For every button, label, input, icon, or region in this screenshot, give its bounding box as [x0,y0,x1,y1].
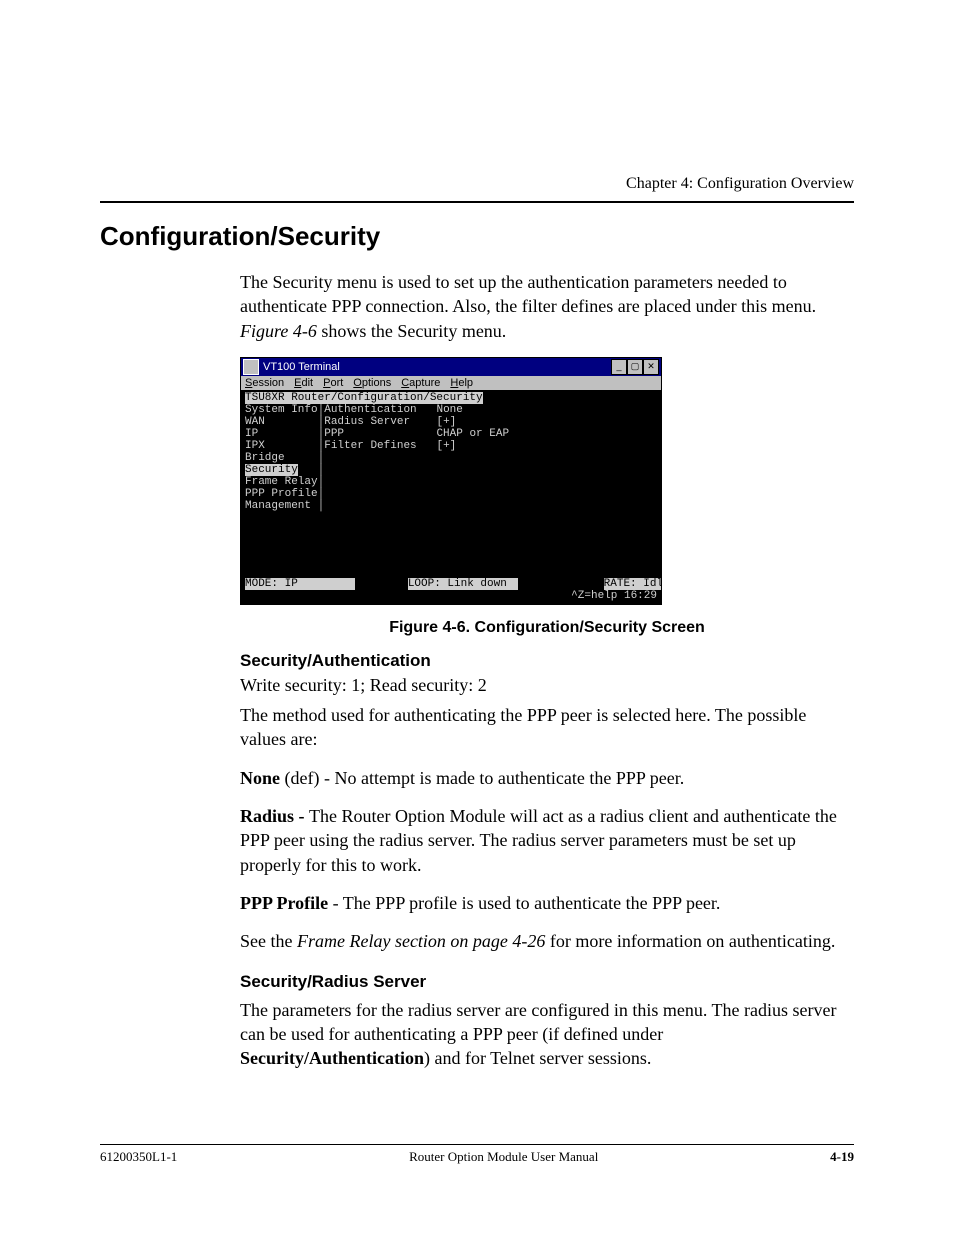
radius-body-pre: The parameters for the radius server are… [240,1000,836,1044]
auth-ppp-label: PPP Profile [240,893,328,913]
sidebar-item-frame-relay[interactable]: Frame Relay [245,476,318,488]
menu-capture[interactable]: Capture [401,377,440,389]
terminal-help-hint: ^Z=help 16:29 [571,590,657,602]
menu-session[interactable]: Session [245,377,284,389]
minimize-button[interactable]: _ [611,359,627,375]
window-buttons: _ ▢ ✕ [611,359,659,375]
terminal-path: TSU8XR Router/Configuration/Security [245,392,483,404]
terminal-body: TSU8XR Router/Configuration/Security Sys… [241,390,661,604]
page: Chapter 4: Configuration Overview Config… [0,0,954,1235]
radius-body-bold: Security/Authentication [240,1048,424,1068]
sidebar-item-management[interactable]: Management [245,500,311,512]
sidebar-item-security[interactable]: Security [245,464,298,476]
menu-edit[interactable]: Edit [294,377,313,389]
header-rule [100,201,854,203]
cfg-radius-key[interactable]: Radius Server [324,416,410,428]
menu-help[interactable]: Help [450,377,473,389]
sidebar-item-bridge[interactable]: Bridge [245,452,285,464]
cfg-ppp-key[interactable]: PPP [324,428,344,440]
radius-server-body: The parameters for the radius server are… [240,998,854,1071]
page-footer: 61200350L1-1 Router Option Module User M… [100,1144,854,1165]
intro-paragraph: The Security menu is used to set up the … [240,270,854,343]
footer-docnum: 61200350L1-1 [100,1149,177,1165]
auth-none-text: (def) - No attempt is made to authentica… [280,768,684,788]
menu-port[interactable]: Port [323,377,343,389]
sidebar-item-ip[interactable]: IP [245,428,258,440]
auth-see-also: See the Frame Relay section on page 4-26… [240,929,854,953]
footer-page-number: 4-19 [830,1149,854,1165]
cfg-ppp-val: CHAP or EAP [436,428,509,440]
auth-option-ppp-profile: PPP Profile - The PPP profile is used to… [240,891,854,915]
terminal-status-bar: MODE: IP LOOP: Link down RATE: Idle [245,578,657,590]
close-button[interactable]: ✕ [643,359,659,375]
auth-option-radius: Radius - The Router Option Module will a… [240,804,854,877]
body: The Security menu is used to set up the … [240,270,854,1070]
section-title: Configuration/Security [100,221,854,252]
terminal-titlebar: VT100 Terminal _ ▢ ✕ [241,358,661,376]
sidebar-item-ppp-profile[interactable]: PPP Profile [245,488,318,500]
terminal-window: VT100 Terminal _ ▢ ✕ Session Edit Port O… [240,357,662,605]
see-post: for more information on authenticating. [545,931,835,951]
cfg-filter-key[interactable]: Filter Defines [324,440,416,452]
cfg-filter-val: [+] [436,440,456,452]
subhead-security-authentication: Security/Authentication [240,651,854,671]
figure-caption-label: Figure 4-6. [389,619,474,636]
chapter-header: Chapter 4: Configuration Overview [100,175,854,193]
auth-radius-label: Radius - [240,806,309,826]
sidebar-item-wan[interactable]: WAN [245,416,265,428]
radius-body-post: ) and for Telnet server sessions. [424,1048,651,1068]
status-rate: RATE: Idle [604,578,661,590]
figure-caption-title: Configuration/Security Screen [475,619,705,636]
auth-description: The method used for authenticating the P… [240,703,854,752]
subhead-security-radius-server: Security/Radius Server [240,972,854,992]
auth-option-none: None (def) - No attempt is made to authe… [240,766,854,790]
sidebar-item-ipx[interactable]: IPX [245,440,265,452]
footer-doc-title: Router Option Module User Manual [409,1149,598,1165]
menu-options[interactable]: Options [353,377,391,389]
figure-caption: Figure 4-6. Configuration/Security Scree… [240,619,854,637]
see-pre: See the [240,931,297,951]
sidebar-item-system-info[interactable]: System Info [245,404,318,416]
status-mode: MODE: IP [245,578,355,590]
terminal-window-title: VT100 Terminal [263,361,340,373]
cfg-auth-key[interactable]: Authentication [324,404,416,416]
terminal-menubar: Session Edit Port Options Capture Help [241,376,661,390]
auth-security-levels: Write security: 1; Read security: 2 [240,673,854,697]
terminal-app-icon [243,359,259,375]
intro-figref: Figure 4-6 [240,321,317,341]
maximize-button[interactable]: ▢ [627,359,643,375]
auth-ppp-text: - The PPP profile is used to authenticat… [328,893,720,913]
intro-figref-post: shows the Security menu. [317,321,506,341]
cfg-radius-val: [+] [436,416,456,428]
cfg-auth-val: None [436,404,462,416]
auth-radius-text: The Router Option Module will act as a r… [240,806,837,875]
see-frame-relay-ref: Frame Relay section on page 4-26 [297,931,545,951]
intro-text: The Security menu is used to set up the … [240,272,816,316]
auth-none-label: None [240,768,280,788]
status-loop: LOOP: Link down [408,578,518,590]
